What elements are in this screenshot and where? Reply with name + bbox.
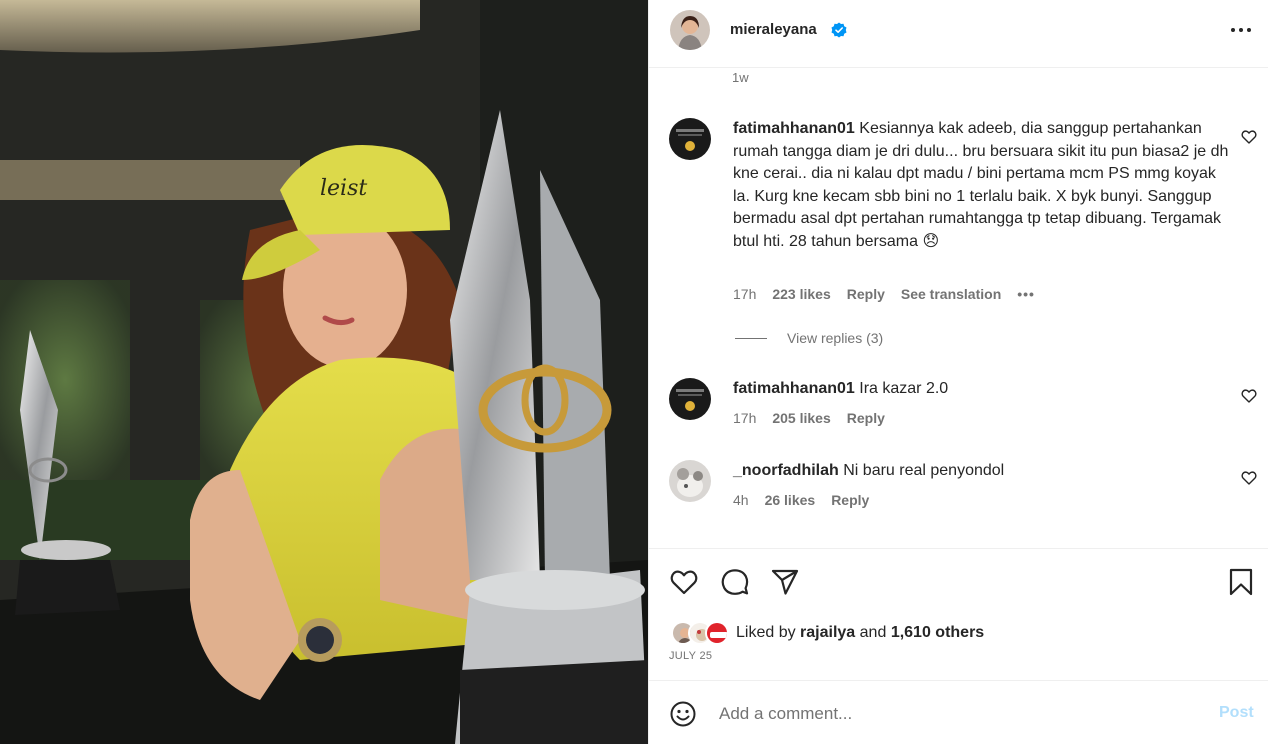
liked-by-text: Liked by rajailya and 1,610 others (736, 624, 984, 642)
comment-like-heart-icon[interactable] (1241, 129, 1257, 145)
author-avatar[interactable] (670, 10, 710, 50)
comments-list: 1w fatimahhanan01 Kesiannya kak adeeb, d… (649, 68, 1268, 548)
post-header: mieraleyana (649, 0, 1268, 68)
comment-composer: Post (649, 680, 1268, 744)
post-photo-illustration: leist (0, 0, 648, 744)
comment-text-block: fatimahhanan01 Kesiannya kak adeeb, dia … (733, 118, 1233, 253)
comment-input[interactable] (719, 699, 1159, 729)
comment-meta: 17h 223 likes Reply See translation ••• (733, 286, 1051, 302)
view-replies-label: View replies (3) (787, 330, 884, 346)
comment-icon[interactable] (720, 567, 750, 597)
comment-likes[interactable]: 223 likes (772, 286, 830, 302)
author-username[interactable]: mieraleyana (730, 21, 817, 38)
liked-by-row: Liked by rajailya and 1,610 others (671, 620, 984, 646)
emoji-icon[interactable] (669, 700, 697, 728)
comment-text: Kesiannya kak adeeb, dia sanggup pertaha… (733, 120, 1229, 250)
comment-likes[interactable]: 205 likes (772, 410, 830, 426)
comment-time: 17h (733, 410, 757, 426)
view-replies-divider (735, 337, 767, 339)
comment-reply-button[interactable]: Reply (831, 492, 869, 508)
comment-more-options[interactable]: ••• (1017, 286, 1035, 302)
liked-by-others[interactable]: 1,610 others (891, 624, 984, 641)
post-photo: leist (0, 0, 648, 744)
bookmark-icon[interactable] (1226, 567, 1256, 597)
liked-by-prefix: Liked by (736, 624, 796, 641)
commenter-avatar[interactable] (669, 118, 711, 160)
comment-text-block: fatimahhanan01 Ira kazar 2.0 (733, 378, 1233, 401)
post-actions: Liked by rajailya and 1,610 others JULY … (649, 548, 1268, 680)
comment-username[interactable]: _noorfadhilah (733, 462, 839, 479)
comment-text: Ira kazar 2.0 (859, 380, 949, 397)
liked-by-and: and (859, 624, 887, 641)
comment-reply-button[interactable]: Reply (847, 410, 885, 426)
liker-avatar[interactable] (705, 621, 729, 645)
post-comment-button[interactable]: Post (1219, 704, 1254, 722)
comment-username[interactable]: fatimahhanan01 (733, 120, 855, 137)
comment-username[interactable]: fatimahhanan01 (733, 380, 855, 397)
commenter-avatar[interactable] (669, 460, 711, 502)
comment-like-heart-icon[interactable] (1241, 470, 1257, 486)
comment-reply-button[interactable]: Reply (847, 286, 885, 302)
svg-text:leist: leist (320, 176, 367, 201)
liked-by-user[interactable]: rajailya (800, 624, 855, 641)
heart-icon[interactable] (669, 567, 699, 597)
verified-badge-icon (831, 22, 847, 38)
more-options-icon[interactable] (1227, 22, 1255, 38)
post-date[interactable]: JULY 25 (669, 650, 712, 662)
view-replies-button[interactable]: View replies (3) (735, 330, 883, 346)
commenter-avatar[interactable] (669, 378, 711, 420)
comment-time: 4h (733, 492, 749, 508)
post-detail-panel: mieraleyana 1w fatimahhanan01 Kesiannya … (648, 0, 1268, 744)
comment-meta: 4h 26 likes Reply (733, 492, 885, 508)
comment-text-block: _noorfadhilah Ni baru real penyondol (733, 460, 1233, 483)
comment-time: 17h (733, 286, 757, 302)
comment-likes[interactable]: 26 likes (765, 492, 816, 508)
comment-text: Ni baru real penyondol (843, 462, 1005, 479)
post-time-ago: 1w (732, 70, 749, 85)
see-translation-button[interactable]: See translation (901, 286, 1001, 302)
comment-like-heart-icon[interactable] (1241, 388, 1257, 404)
comment-item: _noorfadhilah Ni baru real penyondol 4h … (649, 460, 1268, 520)
comment-item: fatimahhanan01 Kesiannya kak adeeb, dia … (649, 118, 1268, 348)
send-icon[interactable] (770, 567, 800, 597)
comment-meta: 17h 205 likes Reply (733, 410, 901, 426)
comment-item: fatimahhanan01 Ira kazar 2.0 17h 205 lik… (649, 378, 1268, 438)
